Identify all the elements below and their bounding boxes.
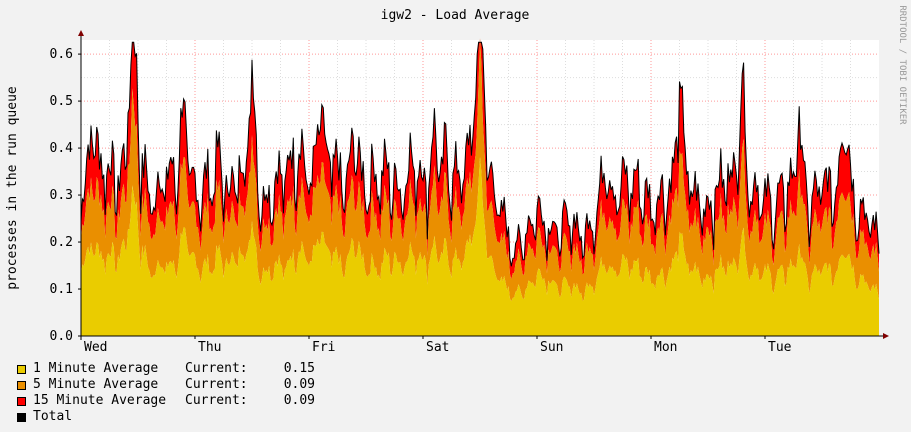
y-tick-label: 0.1 [50, 282, 73, 297]
x-tick-label: Fri [312, 340, 335, 355]
y-tick-label: 0.4 [50, 141, 74, 156]
y-axis-arrow [78, 30, 84, 36]
load-average-graph: 0.0 0.1 0.2 0.3 0.4 0.5 0.6 Wed Thu Fri Sat Sun Mon… [0, 0, 911, 432]
x-tick-label: Mon [654, 340, 677, 355]
y-tick-label: 0.5 [50, 94, 73, 109]
legend-current-label-5min: Current: [185, 377, 248, 392]
legend-label-total: Total [33, 409, 73, 424]
x-axis-arrow [883, 333, 889, 339]
legend: 1 Minute Average Current: 0.15 5 Minute … [17, 361, 315, 425]
y-tick-label: 0.0 [50, 329, 73, 344]
x-tick-label: Wed [84, 340, 107, 355]
legend-swatch-5min [17, 380, 26, 390]
legend-current-value-5min: 0.09 [283, 377, 315, 392]
legend-label-5min: 5 Minute Average [33, 377, 159, 392]
legend-swatch-1min [17, 364, 26, 374]
y-tick-label: 0.3 [50, 188, 73, 203]
legend-current-label-15min: Current: [185, 393, 248, 408]
legend-row-15min: 15 Minute Average Current: 0.09 [17, 393, 315, 409]
x-tick-label: Tue [768, 340, 792, 355]
legend-current-label-1min: Current: [185, 361, 248, 376]
legend-swatch-15min [17, 396, 26, 406]
x-tick-labels: Wed Thu Fri Sat Sun Mon Tue [84, 340, 792, 355]
legend-current-value-1min: 0.15 [283, 361, 315, 376]
x-tick-label: Thu [198, 340, 221, 355]
legend-row-1min: 1 Minute Average Current: 0.15 [17, 361, 315, 377]
chart-title: igw2 - Load Average [381, 8, 530, 23]
legend-row-5min: 5 Minute Average Current: 0.09 [17, 377, 315, 393]
x-tick-label: Sun [540, 340, 563, 355]
legend-row-total: Total [17, 409, 315, 425]
rrdtool-watermark: RRDTOOL / TOBI OETIKER [897, 5, 907, 125]
y-tick-label: 0.2 [50, 235, 73, 250]
x-tick-label: Sat [426, 340, 449, 355]
y-axis-label: processes in the run queue [5, 86, 20, 290]
legend-label-1min: 1 Minute Average [33, 361, 159, 376]
y-tick-labels: 0.0 0.1 0.2 0.3 0.4 0.5 0.6 [50, 47, 74, 344]
y-tick-label: 0.6 [50, 47, 73, 62]
legend-label-15min: 15 Minute Average [33, 393, 167, 408]
legend-current-value-15min: 0.09 [283, 393, 315, 408]
legend-swatch-total [17, 412, 26, 422]
